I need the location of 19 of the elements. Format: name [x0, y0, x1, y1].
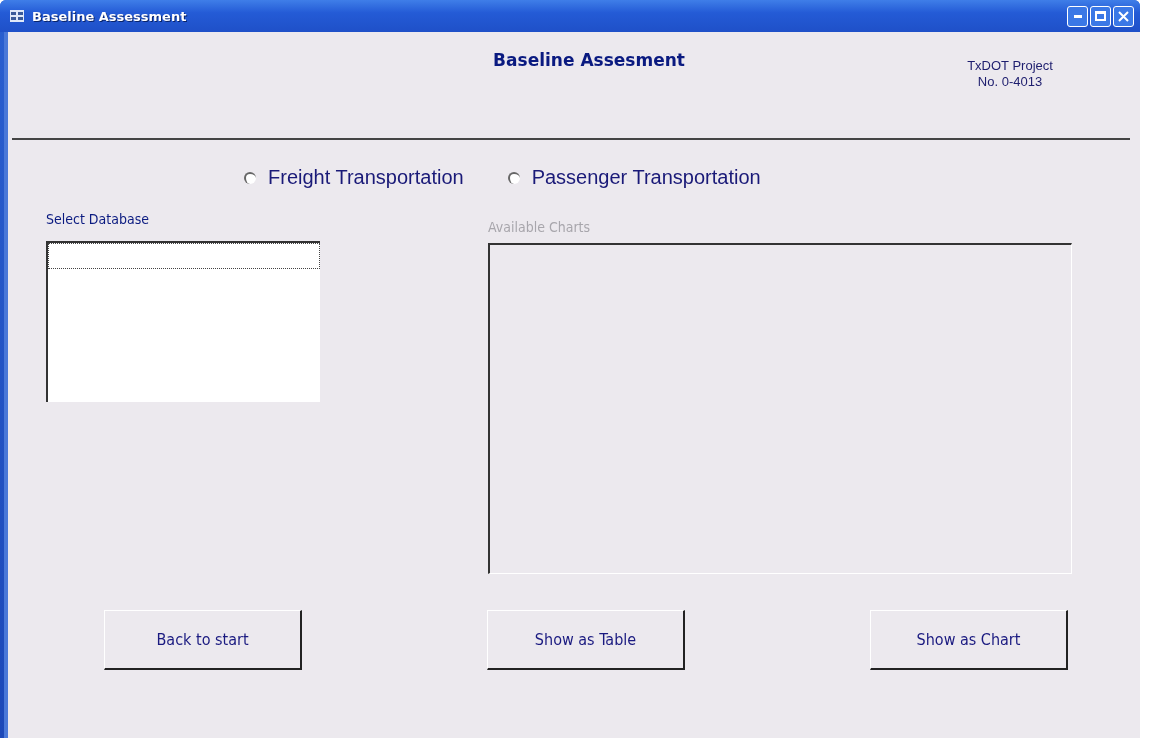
- project-number: TxDOT Project No. 0-4013: [966, 58, 1054, 91]
- form-title: Baseline Assesment: [492, 50, 686, 70]
- available-charts-label: Available Charts: [488, 218, 592, 237]
- close-icon: [1118, 10, 1129, 22]
- transport-radio[interactable]: Freight Transportation: [244, 166, 464, 189]
- minimize-icon: [1073, 14, 1082, 18]
- maximize-button[interactable]: [1090, 5, 1111, 27]
- minimize-button[interactable]: [1067, 5, 1088, 27]
- transport-radio[interactable]: Passenger Transportation: [507, 166, 761, 189]
- maximize-icon: [1095, 11, 1106, 21]
- form-icon: [10, 10, 24, 22]
- form-button[interactable]: Show as Table: [487, 610, 685, 670]
- select-database-label: Select Database: [46, 211, 150, 229]
- form-button[interactable]: Back to start: [104, 610, 302, 670]
- focus-row[interactable]: [48, 243, 320, 269]
- window-title: Baseline Assessment: [32, 8, 188, 24]
- form-button[interactable]: Show as Chart: [870, 610, 1068, 670]
- close-button[interactable]: [1113, 5, 1134, 27]
- database-list[interactable]: [46, 241, 320, 402]
